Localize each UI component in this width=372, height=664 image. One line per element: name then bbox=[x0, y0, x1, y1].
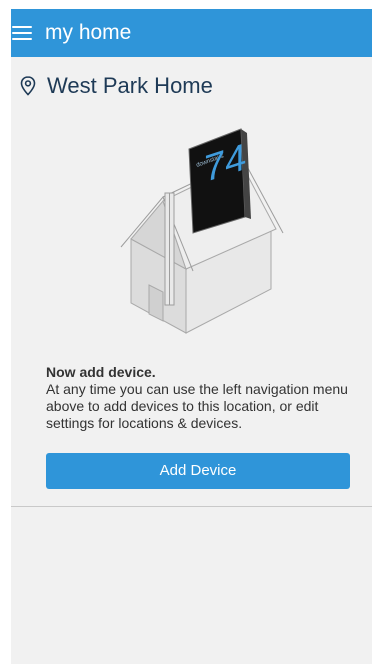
app-title: my home bbox=[45, 21, 132, 44]
top-app-bar: my home bbox=[11, 9, 372, 57]
message-body: At any time you can use the left navigat… bbox=[46, 381, 348, 431]
add-device-button[interactable]: Add Device bbox=[46, 453, 350, 489]
location-name: West Park Home bbox=[47, 73, 213, 98]
message-heading: Now add device. bbox=[46, 364, 156, 380]
location-header: West Park Home bbox=[11, 72, 372, 102]
hamburger-icon[interactable] bbox=[12, 24, 34, 42]
house-thermostat-illustration: downstairs 74 bbox=[120, 128, 284, 334]
empty-content-area bbox=[11, 507, 372, 664]
map-pin-icon bbox=[20, 76, 36, 96]
add-device-message: Now add device. At any time you can use … bbox=[46, 364, 356, 432]
app-screen: my home West Park Home downstairs 74 Now… bbox=[11, 9, 372, 664]
thermostat-device: downstairs 74 bbox=[188, 128, 251, 234]
status-strip bbox=[0, 0, 372, 9]
